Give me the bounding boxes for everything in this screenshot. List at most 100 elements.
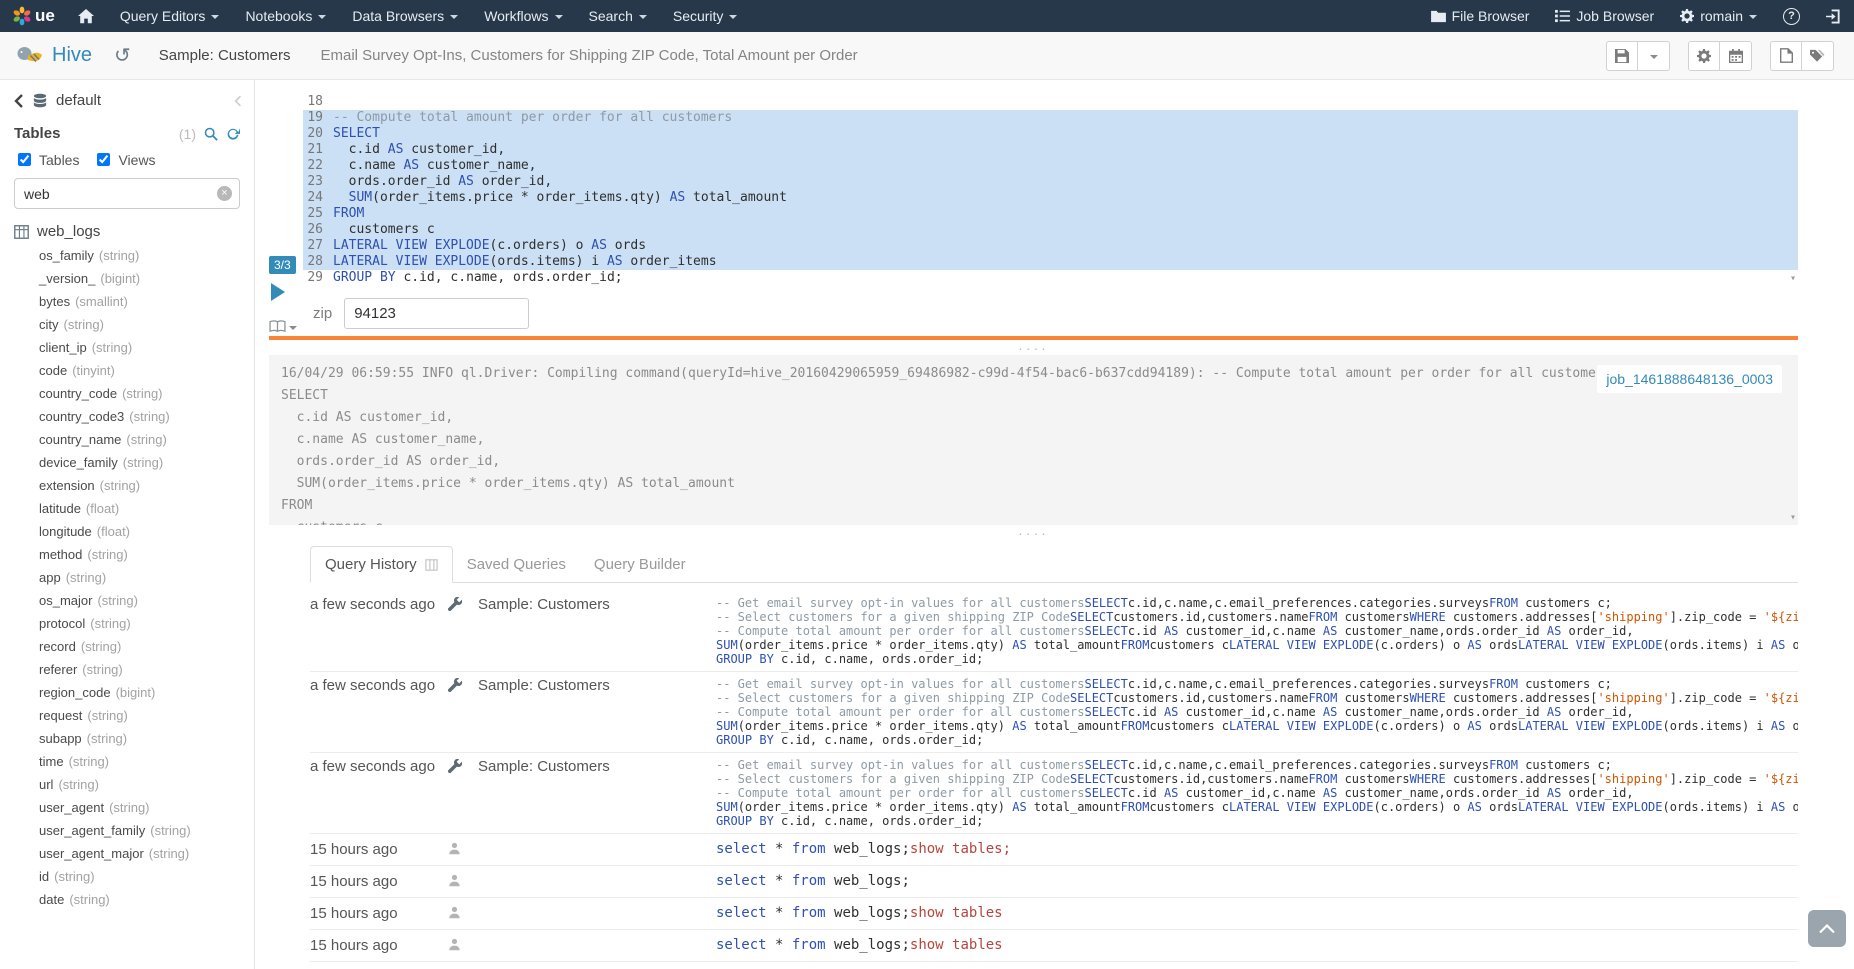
scroll-down-icon[interactable] [1790,513,1796,523]
collapse-assist-icon[interactable] [234,95,242,107]
settings-button[interactable] [1688,41,1720,71]
tab-query-builder[interactable]: Query Builder [580,546,700,583]
column-item[interactable]: code(tinyint) [39,359,254,382]
table-item-web-logs[interactable]: web_logs [0,219,254,244]
back-icon[interactable] [14,94,24,108]
column-item[interactable]: region_code(bigint) [39,681,254,704]
search-icon[interactable] [204,127,218,141]
user-menu[interactable]: romain [1667,0,1770,32]
user-icon [448,841,478,858]
nav-menu-security[interactable]: Security [660,0,751,32]
clear-filter-icon[interactable] [217,186,232,201]
nav-menu-search[interactable]: Search [576,0,660,32]
sql-token: customer_name,ords.order_id [1337,624,1547,638]
logout-button[interactable] [1813,0,1854,32]
sql-token: c.id, c.name, ords.order_id; [774,733,984,747]
history-row[interactable]: a few seconds agoSample: Customers-- Get… [310,753,1798,834]
hue-logo[interactable]: ue [0,0,65,32]
nav-menu-data-browsers[interactable]: Data Browsers [339,0,471,32]
column-type: (string) [69,754,109,769]
column-item[interactable]: request(string) [39,704,254,727]
scroll-down-icon[interactable] [1790,274,1796,284]
help-button[interactable] [1770,0,1813,32]
filter-tables[interactable]: Tables [14,150,79,169]
sql-token: LATERAL VIEW EXPLODE [333,254,490,269]
column-item[interactable]: user_agent_major(string) [39,842,254,865]
column-item[interactable]: time(string) [39,750,254,773]
column-item[interactable]: device_family(string) [39,451,254,474]
home-button[interactable] [65,0,107,32]
column-item[interactable]: _version_(bigint) [39,267,254,290]
history-row[interactable]: 15 hours agoselect * from web_logs; [310,866,1798,898]
column-item[interactable]: method(string) [39,543,254,566]
resize-handle[interactable] [269,340,1798,355]
sql-token: select [716,841,767,857]
column-type: (string) [54,869,94,884]
column-item[interactable]: extension(string) [39,474,254,497]
schedule-button[interactable] [1720,41,1752,71]
refresh-icon[interactable] [226,127,240,141]
sql-token: web_logs; [826,841,910,857]
column-item[interactable]: client_ip(string) [39,336,254,359]
execute-button[interactable] [271,283,285,301]
tables-checkbox[interactable] [18,153,31,166]
tab-query-history[interactable]: Query History [310,546,453,583]
history-row[interactable]: 15 hours agoselect * from web_logs;show … [310,930,1798,962]
column-item[interactable]: referer(string) [39,658,254,681]
column-item[interactable]: longitude(float) [39,520,254,543]
resize-handle[interactable] [269,525,1798,540]
column-item[interactable]: url(string) [39,773,254,796]
sql-token: customer_name,ords.order_id [1337,705,1547,719]
column-item[interactable]: os_major(string) [39,589,254,612]
history-row[interactable]: 15 hours agoselect * from web_logs;show … [310,898,1798,930]
column-item[interactable]: record(string) [39,635,254,658]
column-item[interactable]: app(string) [39,566,254,589]
column-item[interactable]: id(string) [39,865,254,888]
column-item[interactable]: user_agent(string) [39,796,254,819]
variable-input[interactable] [344,298,529,329]
column-item[interactable]: country_code(string) [39,382,254,405]
hive-app-link[interactable]: Hive [16,44,92,68]
job-browser-link[interactable]: Job Browser [1542,0,1667,32]
column-item[interactable]: protocol(string) [39,612,254,635]
parameters-button[interactable] [1802,41,1834,71]
sql-token: c.id, c.name, ords.order_id; [774,652,984,666]
nav-menu-query-editors[interactable]: Query Editors [107,0,233,32]
column-item[interactable]: user_agent_family(string) [39,819,254,842]
column-item[interactable]: latitude(float) [39,497,254,520]
column-item[interactable]: city(string) [39,313,254,336]
views-checkbox[interactable] [97,153,110,166]
history-row[interactable]: 15 hours agoselect * from web_logs;show … [310,834,1798,866]
column-item[interactable]: country_code3(string) [39,405,254,428]
query-description: Email Survey Opt-Ins, Customers for Ship… [321,47,858,64]
new-query-button[interactable] [1770,41,1802,71]
sql-token: AS [1164,705,1178,719]
history-row[interactable]: 15 hours agoselect * from web_logs;show … [310,962,1798,969]
column-item[interactable]: os_family(string) [39,244,254,267]
gear-icon [1680,9,1694,23]
column-item[interactable]: date(string) [39,888,254,911]
database-name[interactable]: default [56,92,101,109]
column-item[interactable]: country_name(string) [39,428,254,451]
history-row[interactable]: a few seconds agoSample: Customers-- Get… [310,591,1798,672]
query-history-icon[interactable] [114,46,131,66]
history-row[interactable]: a few seconds agoSample: Customers-- Get… [310,672,1798,753]
file-browser-link[interactable]: File Browser [1418,0,1543,32]
save-dropdown-button[interactable] [1638,41,1670,71]
column-item[interactable]: subapp(string) [39,727,254,750]
sql-editor[interactable]: 1819-- Compute total amount per order fo… [303,94,1798,286]
nav-menu-workflows[interactable]: Workflows [471,0,575,32]
sql-token: order_items [1785,719,1798,733]
table-filter-input[interactable] [14,178,240,209]
chevron-down-icon [1650,55,1658,59]
job-link[interactable]: job_1461888648136_0003 [1597,365,1782,393]
column-item[interactable]: bytes(smallint) [39,290,254,313]
filter-views[interactable]: Views [93,150,155,169]
tab-saved-queries[interactable]: Saved Queries [453,546,580,583]
nav-menu-notebooks[interactable]: Notebooks [232,0,339,32]
save-button[interactable] [1606,41,1638,71]
docs-button[interactable] [269,320,297,333]
hue-logo-icon [12,6,32,26]
scroll-to-top-button[interactable] [1808,910,1846,947]
sql-token: SELECT [1084,705,1127,719]
